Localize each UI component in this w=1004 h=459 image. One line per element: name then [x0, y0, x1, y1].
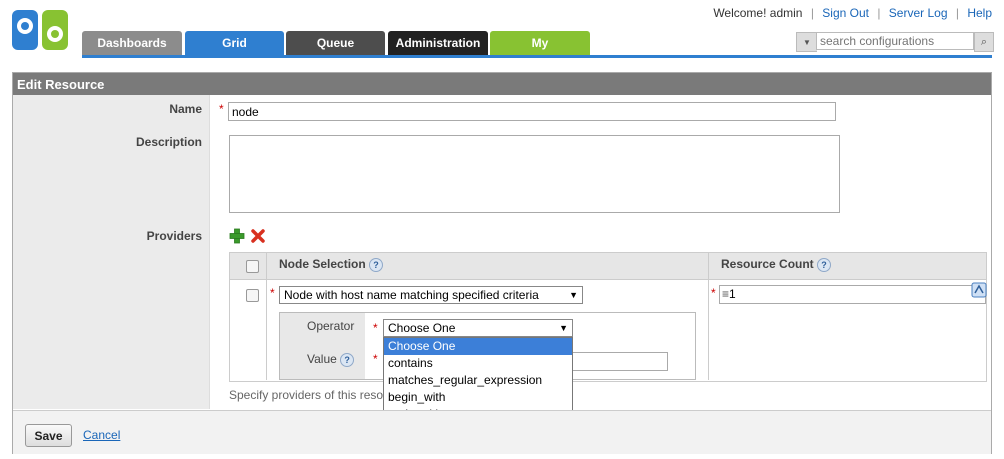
resource-count-input[interactable]: ≡1 [719, 285, 986, 304]
tab-grid[interactable]: Grid [185, 31, 284, 55]
server-log-link[interactable]: Server Log [889, 6, 948, 20]
name-input[interactable] [228, 102, 836, 121]
help-link[interactable]: Help [967, 6, 992, 20]
value-input[interactable] [560, 352, 668, 371]
option-matches-regular-expression[interactable]: matches_regular_expression [384, 372, 572, 389]
search-input[interactable] [816, 32, 974, 50]
save-button[interactable]: Save [25, 424, 72, 447]
description-label: Description [135, 135, 202, 149]
help-icon[interactable]: ? [817, 257, 832, 272]
operator-dropdown[interactable]: Choose One ▼ [383, 319, 573, 337]
welcome-text: Welcome! admin [713, 6, 803, 20]
form-footer [13, 410, 991, 454]
delete-provider-icon[interactable] [250, 228, 266, 244]
sign-out-link[interactable]: Sign Out [822, 6, 869, 20]
required-marker: * [373, 352, 378, 366]
divider [266, 253, 267, 380]
tab-underline [82, 55, 992, 58]
tab-administration[interactable]: Administration [388, 31, 488, 55]
help-icon[interactable]: ? [340, 352, 355, 367]
name-label: Name [169, 102, 202, 116]
description-textarea[interactable] [229, 135, 840, 213]
column-header-resource-count: Resource Count ? [721, 257, 832, 272]
expression-editor-icon[interactable] [971, 282, 987, 298]
tab-dashboards[interactable]: Dashboards [82, 31, 182, 55]
column-header-node-selection: Node Selection ? [279, 257, 384, 272]
tab-my[interactable]: My [490, 31, 590, 55]
qb-logo[interactable] [12, 10, 68, 50]
search-icon[interactable]: ⌕ [974, 32, 994, 52]
help-icon[interactable]: ? [369, 257, 384, 272]
select-all-checkbox[interactable] [246, 260, 259, 273]
providers-label: Providers [146, 229, 202, 243]
option-choose-one[interactable]: Choose One [384, 338, 572, 355]
tab-queue[interactable]: Queue [286, 31, 385, 55]
row-checkbox[interactable] [246, 289, 259, 302]
required-marker: * [219, 102, 224, 116]
required-marker: * [711, 286, 716, 300]
search-scope-dropdown[interactable]: ▼ [796, 32, 817, 52]
required-marker: * [270, 286, 275, 300]
required-marker: * [373, 321, 378, 335]
option-contains[interactable]: contains [384, 355, 572, 372]
cancel-link[interactable]: Cancel [83, 428, 120, 442]
operator-label: Operator [307, 319, 355, 333]
panel-title: Edit Resource [13, 73, 991, 95]
divider [708, 253, 709, 380]
add-provider-icon[interactable] [229, 228, 245, 244]
option-begin-with[interactable]: begin_with [384, 389, 572, 406]
providers-hint: Specify providers of this reso [229, 388, 384, 402]
value-label: Value ? [307, 352, 355, 367]
node-selection-dropdown[interactable]: Node with host name matching specified c… [279, 286, 583, 304]
top-links: Welcome! admin | Sign Out | Server Log |… [713, 6, 992, 20]
